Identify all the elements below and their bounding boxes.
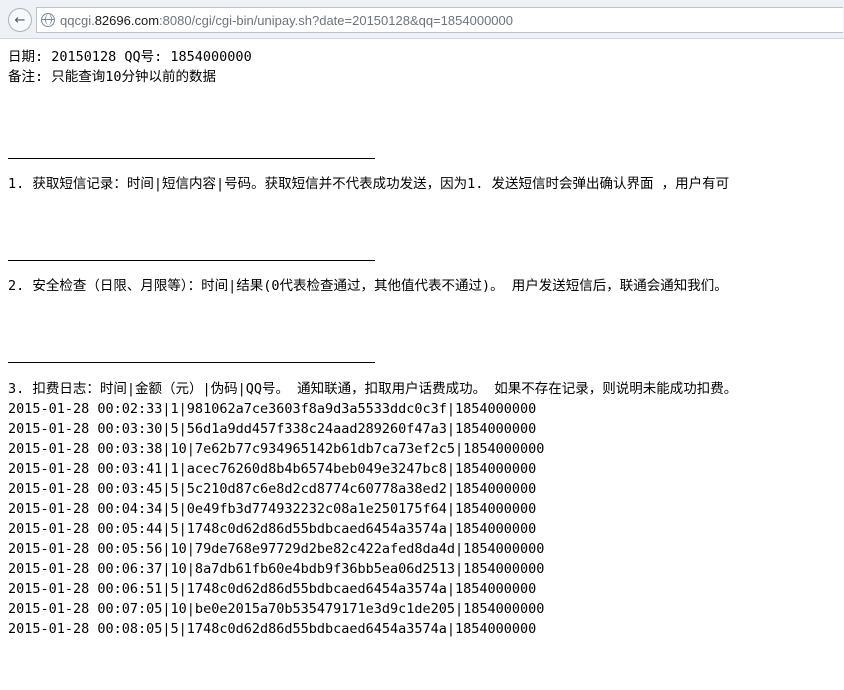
log-row: 2015-01-28 00:08:05|5|1748c0d62d86d55bdb… xyxy=(8,621,537,637)
arrow-left-icon: ← xyxy=(14,12,26,28)
log-row: 2015-01-28 00:06:51|5|1748c0d62d86d55bdb… xyxy=(8,581,537,597)
log-row: 2015-01-28 00:02:33|1|981062a7ce3603f8a9… xyxy=(8,401,537,417)
globe-icon xyxy=(41,13,55,27)
log-list: 2015-01-28 00:02:33|1|981062a7ce3603f8a9… xyxy=(8,399,844,639)
url-domain: 82696.com xyxy=(94,12,160,28)
url-path: :8080/cgi/cgi-bin/unipay.sh?date=2015012… xyxy=(159,12,513,28)
date-line: 日期: 20150128 QQ号: 1854000000 xyxy=(8,49,252,65)
note-line: 备注: 只能查询10分钟以前的数据 xyxy=(8,69,217,85)
section-title-3: 3. 扣费日志：时间|金额（元）|伪码|QQ号。 通知联通，扣取用户话费成功。 … xyxy=(8,381,738,397)
log-row: 2015-01-28 00:06:37|10|8a7db61fb60e4bdb9… xyxy=(8,561,545,577)
log-row: 2015-01-28 00:04:34|5|0e49fb3d774932232c… xyxy=(8,501,537,517)
log-row: 2015-01-28 00:05:56|10|79de768e97729d2be… xyxy=(8,541,545,557)
log-row: 2015-01-28 00:03:30|5|56d1a9dd457f338c24… xyxy=(8,421,537,437)
url-field[interactable]: qqcgi.82696.com:8080/cgi/cgi-bin/unipay.… xyxy=(36,7,843,33)
log-row: 2015-01-28 00:03:38|10|7e62b77c934965142… xyxy=(8,441,545,457)
browser-address-bar: ← qqcgi.82696.com:8080/cgi/cgi-bin/unipa… xyxy=(0,0,844,39)
section-title-2: 2. 安全检查（日限、月限等）：时间|结果(0代表检查通过，其他值代表不通过)。… xyxy=(8,278,728,294)
log-row: 2015-01-28 00:03:41|1|acec76260d8b4b6574… xyxy=(8,461,537,477)
back-button[interactable]: ← xyxy=(8,8,32,32)
log-row: 2015-01-28 00:05:44|5|1748c0d62d86d55bdb… xyxy=(8,521,537,537)
log-row: 2015-01-28 00:03:45|5|5c210d87c6e8d2cd87… xyxy=(8,481,537,497)
section-title-1: 1. 获取短信记录：时间|短信内容|号码。获取短信并不代表成功发送，因为1. 发… xyxy=(8,176,730,192)
url-text: qqcgi.82696.com:8080/cgi/cgi-bin/unipay.… xyxy=(60,13,513,28)
url-prefix: qqcgi. xyxy=(60,12,95,28)
page-content: 日期: 20150128 QQ号: 1854000000 备注: 只能查询10分… xyxy=(8,47,844,639)
log-row: 2015-01-28 00:07:05|10|be0e2015a70b53547… xyxy=(8,601,545,617)
